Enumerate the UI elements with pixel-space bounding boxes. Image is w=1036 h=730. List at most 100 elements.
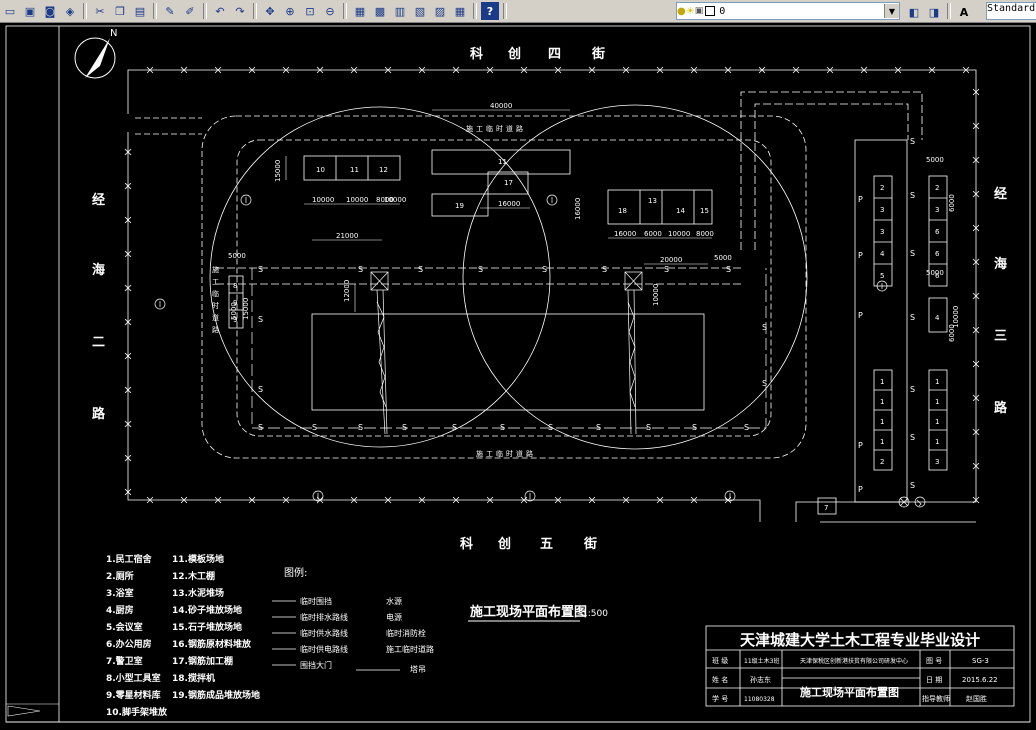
sun-icon[interactable]: ☀ — [686, 6, 695, 17]
symbol-legend-item: 电源 — [386, 612, 402, 622]
legend-item: 15.石子堆放场地 — [172, 621, 242, 633]
undo-icon[interactable]: ↶ — [211, 2, 229, 20]
toolbar-separator — [473, 3, 477, 19]
supply-marker-p: P — [858, 441, 863, 450]
building-19: 19 — [455, 202, 464, 210]
open-icon[interactable]: ▣ — [21, 2, 39, 20]
copy-icon[interactable]: ❐ — [111, 2, 129, 20]
title-block-date-value: 2015.6.22 — [962, 676, 998, 684]
label-r3b: 3 — [880, 228, 884, 236]
supply-marker-s: S — [542, 265, 547, 274]
help-icon[interactable]: ? — [481, 2, 499, 20]
building-10: 10 — [316, 166, 325, 174]
paste-icon[interactable]: ▤ — [131, 2, 149, 20]
supply-marker-s: S — [910, 191, 915, 200]
layer-prev-icon[interactable]: ◧ — [905, 3, 923, 21]
tool-palette-icon[interactable]: ▥ — [391, 2, 409, 20]
publish-icon[interactable]: ◈ — [61, 2, 79, 20]
temp-road-char: 临 — [212, 289, 219, 298]
road-bottom-1: 科 — [460, 536, 473, 552]
building-15: 15 — [700, 207, 709, 215]
lock-icon[interactable]: ▣ — [695, 6, 704, 16]
markup-icon[interactable]: ▨ — [431, 2, 449, 20]
label-r5: 5 — [880, 272, 884, 280]
road-left-4: 路 — [92, 406, 106, 422]
zoom-realtime-icon[interactable]: ⊕ — [281, 2, 299, 20]
legend-item: 17.钢筋加工棚 — [172, 655, 233, 667]
supply-marker-s: S — [762, 323, 767, 332]
redo-icon[interactable]: ↷ — [231, 2, 249, 20]
dimension-label: 12000 — [343, 280, 351, 302]
text-style-icon[interactable]: A — [955, 3, 973, 21]
temp-road-char: 临 — [496, 449, 503, 458]
building-18: 18 — [618, 207, 627, 215]
label-m1f: 1 — [935, 398, 939, 406]
cut-icon[interactable]: ✂ — [91, 2, 109, 20]
legend-item: 9.零星材料库 — [106, 689, 161, 701]
text-style-value: Standard — [987, 3, 1036, 14]
right-building-labels: 2 3 3 4 5 2 3 6 6 6 4 1 1 1 1 2 1 1 1 1 … — [824, 184, 940, 512]
save-icon[interactable]: ◙ — [41, 2, 59, 20]
legend-item: 1.民工宿舍 — [106, 553, 153, 565]
symbol-legend-item: 施工临时道路 — [386, 644, 434, 654]
road-left-1: 经 — [92, 192, 105, 208]
temp-road-char: 工 — [486, 450, 493, 458]
title-block-name-value: 孙志东 — [750, 675, 771, 684]
temp-road-char: 施 — [476, 449, 483, 458]
brush-icon[interactable]: ✐ — [181, 2, 199, 20]
temp-road-char: 工 — [476, 125, 483, 133]
chevron-down-icon[interactable]: ▼ — [884, 4, 899, 18]
drawing-canvas[interactable]: N 科 创 四 街 科 创 五 街 经 海 二 路 经 海 三 路 施 工 临 … — [0, 22, 1036, 726]
layer-state-icon[interactable]: ◨ — [925, 3, 943, 21]
toolbar-separator — [503, 3, 507, 19]
sheet-set-icon[interactable]: ▧ — [411, 2, 429, 20]
text-style-dropdown[interactable]: Standard — [986, 2, 1036, 20]
lightbulb-icon[interactable]: ● — [677, 6, 686, 17]
layer-dropdown[interactable]: ● ☀ ▣ 0 ▼ — [676, 2, 900, 20]
fire-hydrant-icon — [154, 298, 166, 310]
dimension-label: 5000 — [714, 254, 732, 262]
road-left-2: 海 — [92, 262, 105, 278]
match-prop-icon[interactable]: ✎ — [161, 2, 179, 20]
calculator-icon[interactable]: ▦ — [451, 2, 469, 20]
legend-item: 10.脚手架堆放 — [106, 706, 168, 718]
dimension-label: 8000 — [696, 230, 714, 238]
fire-hydrant-icon — [312, 490, 324, 502]
zoom-window-icon[interactable]: ⊡ — [301, 2, 319, 20]
new-icon[interactable]: ▭ — [1, 2, 19, 20]
building-group-top-left — [303, 149, 571, 217]
zoom-previous-icon[interactable]: ⊖ — [321, 2, 339, 20]
label-m1a: 1 — [880, 378, 884, 386]
supply-marker-s: S — [258, 315, 263, 324]
pan-icon[interactable]: ✥ — [261, 2, 279, 20]
title-block-id-label: 学 号 — [712, 694, 728, 703]
site-fence — [127, 69, 977, 523]
temp-road-label-top: 施工临时道路 — [466, 124, 523, 133]
fire-hydrant-icon — [524, 490, 536, 502]
supply-marker-s: S — [910, 249, 915, 258]
title-block-sheet-value: SG-3 — [972, 657, 989, 665]
road-top-1: 科 — [470, 46, 483, 62]
properties-icon[interactable]: ▦ — [351, 2, 369, 20]
supply-marker-s: S — [358, 423, 363, 432]
legend-item: 5.会议室 — [106, 621, 143, 633]
fire-hydrant-icon — [724, 490, 736, 502]
dimension-label: 5000 — [230, 302, 238, 320]
label-m1d: 1 — [880, 438, 884, 446]
symbol-legend: 图例: 临时围挡临时排水路线临时供水路线临时供电路线围挡大门 水源电源临时消防栓施… — [272, 566, 434, 674]
legend-item: 6.办公用房 — [106, 638, 152, 650]
dimension-label: 20000 — [660, 256, 682, 264]
supply-marker-s: S — [910, 137, 915, 146]
dimension-labels: 40000 21000 20000 10000 10000 8000 16000 16000 1… — [228, 102, 960, 342]
dimension-label: 15000 — [242, 298, 250, 320]
fence-marks — [124, 66, 980, 504]
design-center-icon[interactable]: ▩ — [371, 2, 389, 20]
temp-road-char: 道 — [212, 313, 219, 322]
supply-marker-s: S — [452, 423, 457, 432]
title-block-date-label: 日 期 — [926, 676, 942, 684]
title-block-school: 天津城建大学土木工程专业毕业设计 — [740, 631, 980, 649]
label-s2: 2 — [935, 184, 939, 192]
crane-radius-circles — [209, 104, 808, 450]
temp-road-char: 时 — [506, 449, 513, 458]
layer-value: 0 — [719, 5, 726, 17]
